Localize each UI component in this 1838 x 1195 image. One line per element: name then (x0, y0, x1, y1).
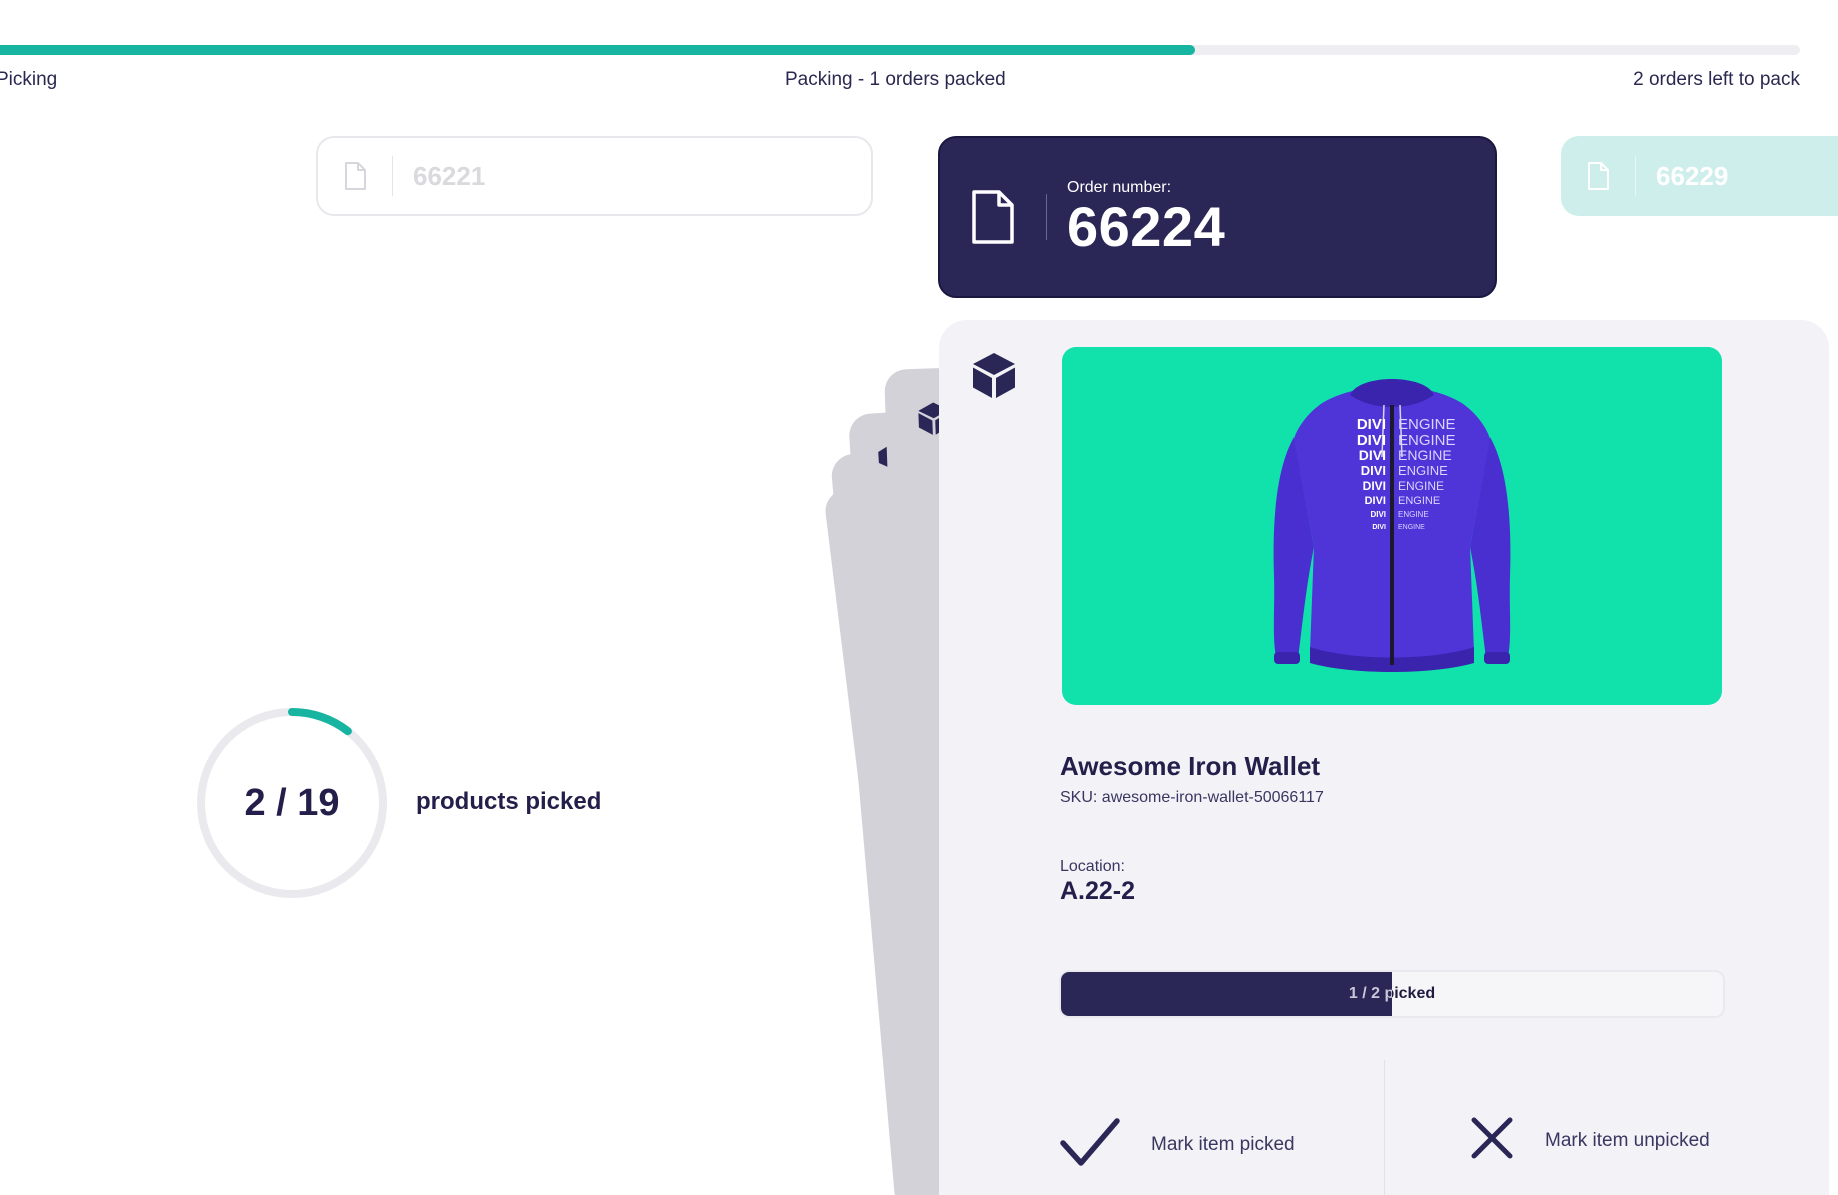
svg-text:DIVI: DIVI (1372, 524, 1386, 531)
card-divider (392, 156, 393, 196)
card-divider (1046, 194, 1047, 240)
svg-text:ENGINE: ENGINE (1398, 463, 1448, 478)
next-order-card[interactable]: 66229 (1561, 136, 1838, 216)
previous-order-number: 66221 (413, 160, 486, 191)
orders-left-label: 2 orders left to pack (1633, 69, 1800, 90)
order-progress-fill (0, 45, 1196, 55)
next-order-number: 66229 (1656, 160, 1729, 191)
mark-item-picked-label: Mark item picked (1151, 1133, 1295, 1155)
products-picked-ring: 2 / 19 (193, 704, 391, 902)
mark-item-picked-button[interactable]: Mark item picked (1059, 1115, 1295, 1174)
item-pick-progress: 1 / 2 picked 1 / 2 picked (1059, 970, 1725, 1018)
svg-text:ENGINE: ENGINE (1398, 416, 1456, 433)
svg-text:ENGINE: ENGINE (1398, 495, 1440, 507)
svg-text:DIVI: DIVI (1365, 495, 1386, 507)
svg-text:ENGINE: ENGINE (1398, 479, 1444, 493)
current-order-number: 66224 (1067, 195, 1226, 258)
svg-text:DIVI: DIVI (1370, 510, 1386, 519)
product-sku: SKU: awesome-iron-wallet-50066117 (1060, 789, 1324, 806)
products-picked-count: 2 / 19 (244, 781, 340, 824)
card-divider (1635, 156, 1636, 196)
location-label: Location: (1060, 858, 1125, 875)
order-progress-track (0, 45, 1800, 55)
step-packing-label: Packing - 1 orders packed (785, 69, 1006, 90)
actions-divider (1384, 1060, 1385, 1195)
svg-text:ENGINE: ENGINE (1398, 447, 1452, 463)
document-icon (940, 182, 1046, 252)
document-icon (1561, 156, 1635, 196)
product-card: DIVI DIVI DIVI DIVI DIVI DIVI DIVI DIVI … (939, 320, 1829, 1195)
product-image: DIVI DIVI DIVI DIVI DIVI DIVI DIVI DIVI … (1062, 347, 1722, 705)
current-order-card: Order number: 66224 (938, 136, 1497, 298)
svg-text:DIVI: DIVI (1357, 416, 1386, 433)
svg-text:DIVI: DIVI (1363, 479, 1386, 493)
step-picking-label: Picking (0, 69, 58, 90)
document-icon (318, 156, 392, 196)
previous-order-card[interactable]: 66221 (316, 136, 873, 216)
checkmark-icon (1059, 1115, 1121, 1174)
mark-item-unpicked-button[interactable]: Mark item unpicked (1469, 1115, 1710, 1166)
product-name: Awesome Iron Wallet (1060, 751, 1321, 781)
cube-icon (969, 350, 1019, 400)
close-icon (1469, 1115, 1515, 1166)
svg-text:ENGINE: ENGINE (1398, 524, 1425, 531)
svg-text:DIVI: DIVI (1361, 463, 1386, 478)
location-value: A.22-2 (1060, 877, 1136, 905)
svg-text:DIVI: DIVI (1359, 447, 1386, 463)
svg-text:ENGINE: ENGINE (1398, 510, 1429, 519)
mark-item-unpicked-label: Mark item unpicked (1545, 1129, 1710, 1151)
products-picked-caption: products picked (416, 788, 602, 815)
